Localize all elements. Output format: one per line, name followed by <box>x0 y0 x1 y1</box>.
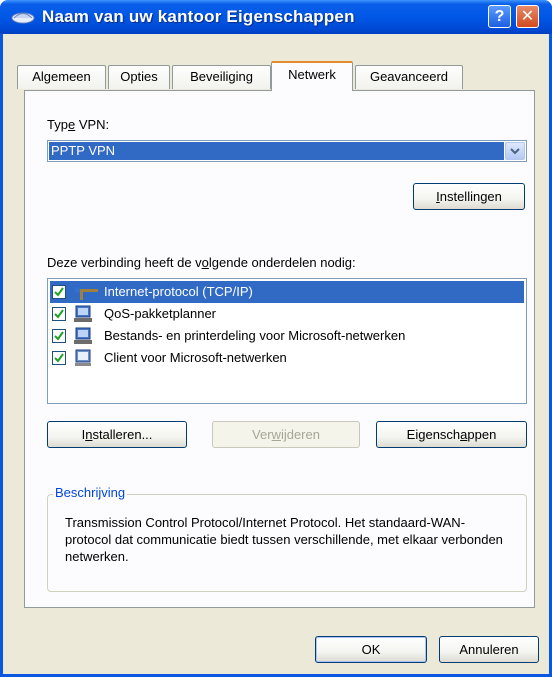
title-bar[interactable]: Naam van uw kantoor Eigenschappen ? ✕ <box>0 0 552 34</box>
help-button[interactable]: ? <box>488 5 511 28</box>
list-item[interactable]: Internet-protocol (TCP/IP) <box>50 281 524 303</box>
components-list[interactable]: Internet-protocol (TCP/IP) QoS-pakketpla… <box>47 278 527 404</box>
vpn-type-value: PPTP VPN <box>49 142 504 160</box>
chevron-down-icon <box>510 148 520 155</box>
install-button[interactable]: Installeren... <box>47 421 187 448</box>
list-item-label: Bestands- en printerdeling voor Microsof… <box>104 328 406 343</box>
description-title: Beschrijving <box>53 485 128 500</box>
ok-button[interactable]: OK <box>315 636 427 663</box>
vpn-type-label: Type VPN: <box>47 117 110 132</box>
properties-button[interactable]: Eigenschappen <box>376 421 527 448</box>
tab-geavanceerd[interactable]: Geavanceerd <box>355 65 463 89</box>
protocol-icon <box>74 287 98 300</box>
list-item-label: Internet-protocol (TCP/IP) <box>104 284 253 299</box>
checkmark-icon <box>54 287 64 297</box>
list-item-label: QoS-pakketplanner <box>104 306 217 321</box>
tab-opties[interactable]: Opties <box>108 65 170 89</box>
dropdown-button[interactable] <box>505 142 525 160</box>
properties-dialog: Naam van uw kantoor Eigenschappen ? ✕ Al… <box>0 0 552 677</box>
checkbox[interactable] <box>52 307 66 321</box>
remove-button[interactable]: Verwijderen <box>212 421 360 448</box>
checkbox[interactable] <box>52 329 66 343</box>
dialup-connection-icon <box>11 12 35 24</box>
window-title: Naam van uw kantoor Eigenschappen <box>42 7 355 26</box>
cancel-button[interactable]: Annuleren <box>439 636 539 663</box>
list-item-label: Client voor Microsoft-netwerken <box>104 350 287 365</box>
checkmark-icon <box>54 331 64 341</box>
tab-beveiliging[interactable]: Beveiliging <box>172 65 271 89</box>
tab-netwerk[interactable]: Netwerk <box>271 61 353 91</box>
checkmark-icon <box>54 353 64 363</box>
checkbox[interactable] <box>52 285 66 299</box>
checkmark-icon <box>54 309 64 319</box>
checkbox[interactable] <box>52 351 66 365</box>
components-label: Deze verbinding heeft de volgende onderd… <box>47 255 356 270</box>
list-item[interactable]: Client voor Microsoft-netwerken <box>50 347 524 369</box>
tab-algemeen[interactable]: Algemeen <box>17 65 106 89</box>
list-item[interactable]: QoS-pakketplanner <box>50 303 524 325</box>
description-text: Transmission Control Protocol/Internet P… <box>65 515 503 564</box>
list-item[interactable]: Bestands- en printerdeling voor Microsof… <box>50 325 524 347</box>
close-button[interactable]: ✕ <box>516 5 539 28</box>
network-client-icon <box>75 349 91 366</box>
network-service-icon <box>74 327 92 344</box>
network-service-icon <box>74 305 92 322</box>
vpn-type-select[interactable]: PPTP VPN <box>47 140 527 162</box>
settings-button[interactable]: Instellingen <box>413 183 525 210</box>
